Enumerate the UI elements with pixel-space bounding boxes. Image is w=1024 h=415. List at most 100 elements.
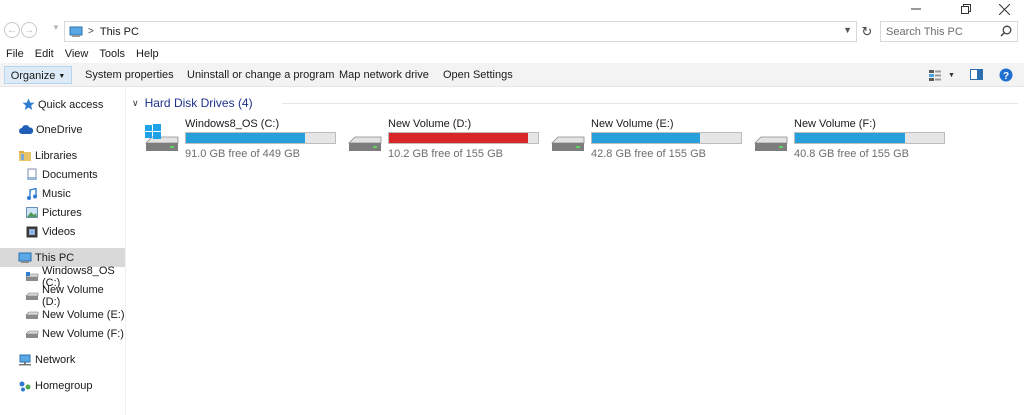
arrow-left-icon: ← (7, 24, 17, 36)
map-network-drive-button[interactable]: Map network drive (339, 66, 429, 84)
arrow-right-icon: → (24, 24, 34, 36)
drive-name: New Volume (E:) (591, 118, 674, 130)
minimize-button[interactable] (896, 0, 936, 18)
close-button[interactable] (984, 0, 1024, 18)
drive-icon (551, 136, 585, 151)
drive-name: Windows8_OS (C:) (185, 118, 280, 130)
drive-usage-bar (388, 132, 539, 144)
drive-free-space: 40.8 GB free of 155 GB (794, 148, 909, 160)
uninstall-program-button[interactable]: Uninstall or change a program (187, 66, 334, 84)
drive-name: New Volume (D:) (388, 118, 472, 130)
refresh-icon: ↻ (861, 23, 873, 39)
change-view-button[interactable]: ▼ (928, 67, 955, 83)
search-box[interactable] (880, 21, 1018, 42)
network-icon (18, 353, 32, 367)
sidebar-item-videos[interactable]: Videos (0, 222, 125, 241)
address-bar[interactable]: > This PC ▼ (64, 21, 857, 42)
menu-view[interactable]: View (59, 46, 94, 63)
sidebar-item-label: Libraries (35, 149, 78, 162)
address-row: ← → ▼ > This PC ▼ ↻ (0, 19, 1024, 45)
drive-icon (754, 136, 788, 151)
drive-name: New Volume (F:) (794, 118, 876, 130)
drive-tile-f[interactable]: New Volume (F:) 40.8 GB free of 155 GB (753, 118, 953, 162)
drive-free-space: 10.2 GB free of 155 GB (388, 148, 503, 160)
sidebar-item-label: Music (42, 187, 71, 200)
title-bar (0, 0, 1024, 18)
menu-bar: File Edit View Tools Help (0, 46, 164, 63)
restore-button[interactable] (946, 0, 986, 18)
search-input[interactable] (886, 25, 1001, 38)
sidebar-item-music[interactable]: Music (0, 184, 125, 203)
refresh-button[interactable]: ↻ (858, 21, 876, 42)
sidebar-item-label: OneDrive (36, 123, 83, 136)
star-icon (21, 98, 35, 112)
sidebar-item-label: Homegroup (35, 379, 93, 392)
drive-usage-bar (794, 132, 945, 144)
sidebar-item-drive-f[interactable]: New Volume (F:) (0, 324, 125, 343)
help-button[interactable]: ? (999, 67, 1013, 83)
breadcrumb-this-pc[interactable]: This PC (100, 26, 139, 38)
menu-tools[interactable]: Tools (93, 46, 130, 63)
organize-button[interactable]: Organize ▼ (4, 66, 72, 84)
drive-usage-bar (591, 132, 742, 144)
drive-usage-fill (389, 133, 529, 143)
documents-icon (25, 168, 39, 182)
sidebar-item-onedrive[interactable]: OneDrive (0, 120, 125, 139)
preview-pane-icon (970, 69, 983, 80)
drive-tile-e[interactable]: New Volume (E:) 42.8 GB free of 155 GB (550, 118, 750, 162)
menu-file[interactable]: File (0, 46, 29, 63)
system-drive-icon (145, 124, 179, 151)
preview-pane-button[interactable] (970, 67, 983, 83)
organize-label: Organize (10, 70, 56, 82)
open-settings-button[interactable]: Open Settings (443, 66, 513, 84)
group-header-hard-disk-drives[interactable]: ∨ Hard Disk Drives (4) (132, 96, 253, 110)
address-dropdown-icon[interactable]: ▼ (843, 25, 852, 35)
sidebar-item-label: New Volume (D:) (42, 283, 104, 308)
chevron-down-icon: ▼ (52, 23, 60, 32)
help-icon: ? (999, 68, 1013, 82)
recent-locations-button[interactable]: ▼ (52, 23, 60, 32)
sidebar-item-label: New Volume (E:) (42, 308, 125, 321)
sidebar-item-network[interactable]: Network (0, 350, 125, 369)
sidebar-item-pictures[interactable]: Pictures (0, 203, 125, 222)
navigation-pane: Quick access OneDrive Libraries Document… (0, 88, 126, 415)
group-divider (282, 103, 1018, 104)
close-icon (998, 3, 1010, 15)
homegroup-icon (18, 379, 32, 393)
drive-usage-fill (186, 133, 305, 143)
menu-help[interactable]: Help (130, 46, 164, 63)
group-title: Hard Disk Drives (4) (144, 96, 253, 110)
breadcrumb-chevron-icon: > (88, 26, 94, 37)
sidebar-item-libraries[interactable]: Libraries (0, 146, 125, 165)
menu-edit[interactable]: Edit (29, 46, 59, 63)
sidebar-item-label: This PC (35, 251, 75, 264)
forward-button[interactable]: → (21, 22, 37, 38)
drive-icon (25, 308, 39, 322)
search-icon[interactable] (1000, 25, 1012, 37)
view-dropdown-icon: ▼ (948, 71, 955, 79)
drive-tile-d[interactable]: New Volume (D:) 10.2 GB free of 155 GB (347, 118, 547, 162)
sidebar-item-label: Videos (42, 225, 76, 238)
system-properties-button[interactable]: System properties (85, 66, 174, 84)
drive-usage-fill (795, 133, 905, 143)
drive-free-space: 91.0 GB free of 449 GB (185, 148, 300, 160)
sidebar-item-label: Pictures (42, 206, 82, 219)
minimize-icon (911, 8, 921, 10)
sidebar-item-quick-access[interactable]: Quick access (0, 95, 125, 114)
sidebar-item-drive-e[interactable]: New Volume (E:) (0, 305, 125, 324)
sidebar-item-label: New Volume (F:) (42, 327, 124, 340)
sidebar-item-homegroup[interactable]: Homegroup (0, 376, 125, 395)
drive-free-space: 42.8 GB free of 155 GB (591, 148, 706, 160)
sidebar-item-label: Quick access (38, 98, 104, 111)
sidebar-item-drive-d[interactable]: New Volume (D:) (0, 283, 125, 308)
system-drive-icon (25, 270, 39, 284)
view-options-icon (929, 69, 941, 81)
caret-down-icon: ▼ (58, 73, 66, 80)
back-button[interactable]: ← (4, 22, 20, 38)
drive-usage-bar (185, 132, 336, 144)
sidebar-item-documents[interactable]: Documents (0, 165, 125, 184)
sidebar-item-label: Documents (42, 168, 98, 181)
folder-icon (18, 149, 32, 163)
drive-tile-c[interactable]: Windows8_OS (C:) 91.0 GB free of 449 GB (144, 118, 344, 162)
sidebar-item-label: Network (35, 353, 76, 366)
